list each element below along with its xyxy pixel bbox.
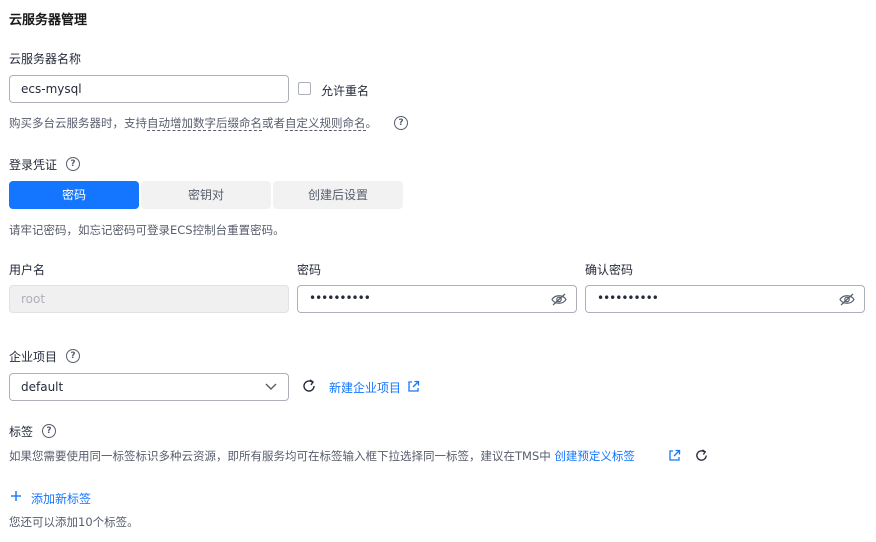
allow-duplicate-label[interactable]: 允许重名 xyxy=(321,82,369,99)
password-value: •••••••••• xyxy=(309,291,371,305)
refresh-icon[interactable] xyxy=(301,378,317,394)
enterprise-project-value: default xyxy=(21,380,64,394)
hint-middle: 或者 xyxy=(262,116,285,130)
hint-prefix: 购买多台云服务器时，支持 xyxy=(9,116,147,130)
tags-desc-text: 如果您需要使用同一标签标识多种云资源，即所有服务均可在标签输入框下拉选择同一标签… xyxy=(9,449,551,463)
question-icon[interactable]: ? xyxy=(42,424,56,438)
section-title: 云服务器管理 xyxy=(9,13,88,28)
question-icon[interactable]: ? xyxy=(66,349,80,363)
eye-off-icon[interactable] xyxy=(839,293,855,306)
tags-remaining: 您还可以添加10个标签。 xyxy=(9,515,139,529)
add-tag-button[interactable]: 添加新标签 xyxy=(31,490,91,507)
tab-keypair[interactable]: 密钥对 xyxy=(141,181,271,209)
allow-duplicate-checkbox[interactable] xyxy=(298,82,311,95)
confirm-password-value: •••••••••• xyxy=(597,291,659,305)
question-icon[interactable]: ? xyxy=(394,116,408,130)
tab-set-after-creation[interactable]: 创建后设置 xyxy=(273,181,403,209)
tags-label: 标签 xyxy=(9,425,34,439)
new-enterprise-project-link[interactable]: 新建企业项目 xyxy=(329,379,401,396)
hint-suffix: 。 xyxy=(365,116,378,130)
plus-icon[interactable] xyxy=(10,490,22,502)
username-label: 用户名 xyxy=(9,263,46,277)
login-label: 登录凭证 xyxy=(9,158,58,172)
confirm-password-input[interactable]: •••••••••• xyxy=(585,285,865,313)
confirm-password-label: 确认密码 xyxy=(585,263,634,277)
server-name-value: ecs-mysql xyxy=(21,82,82,96)
tags-description: 如果您需要使用同一标签标识多种云资源，即所有服务均可在标签输入框下拉选择同一标签… xyxy=(9,448,635,464)
chevron-down-icon xyxy=(265,383,277,391)
refresh-icon[interactable] xyxy=(694,448,709,463)
eye-off-icon[interactable] xyxy=(551,293,567,306)
enterprise-project-label: 企业项目 xyxy=(9,350,58,364)
question-icon[interactable]: ? xyxy=(66,157,80,171)
enterprise-project-select[interactable]: default xyxy=(9,373,289,401)
custom-rule-link[interactable]: 自定义规则命名 xyxy=(285,116,366,131)
username-value: root xyxy=(21,292,46,306)
username-input: root xyxy=(9,285,289,313)
tab-password[interactable]: 密码 xyxy=(9,181,139,209)
external-link-icon[interactable] xyxy=(407,380,420,393)
create-predefined-tag-link[interactable]: 创建预定义标签 xyxy=(554,449,635,463)
server-name-label: 云服务器名称 xyxy=(9,52,82,66)
server-name-hint: 购买多台云服务器时，支持自动增加数字后缀命名或者自定义规则命名。 xyxy=(9,115,377,131)
password-input[interactable]: •••••••••• xyxy=(297,285,577,313)
auto-suffix-link[interactable]: 自动增加数字后缀命名 xyxy=(147,116,262,131)
password-reminder: 请牢记密码，如忘记密码可登录ECS控制台重置密码。 xyxy=(9,223,285,237)
server-name-input[interactable]: ecs-mysql xyxy=(9,75,289,103)
password-label: 密码 xyxy=(297,263,322,277)
external-link-icon[interactable] xyxy=(668,449,681,462)
